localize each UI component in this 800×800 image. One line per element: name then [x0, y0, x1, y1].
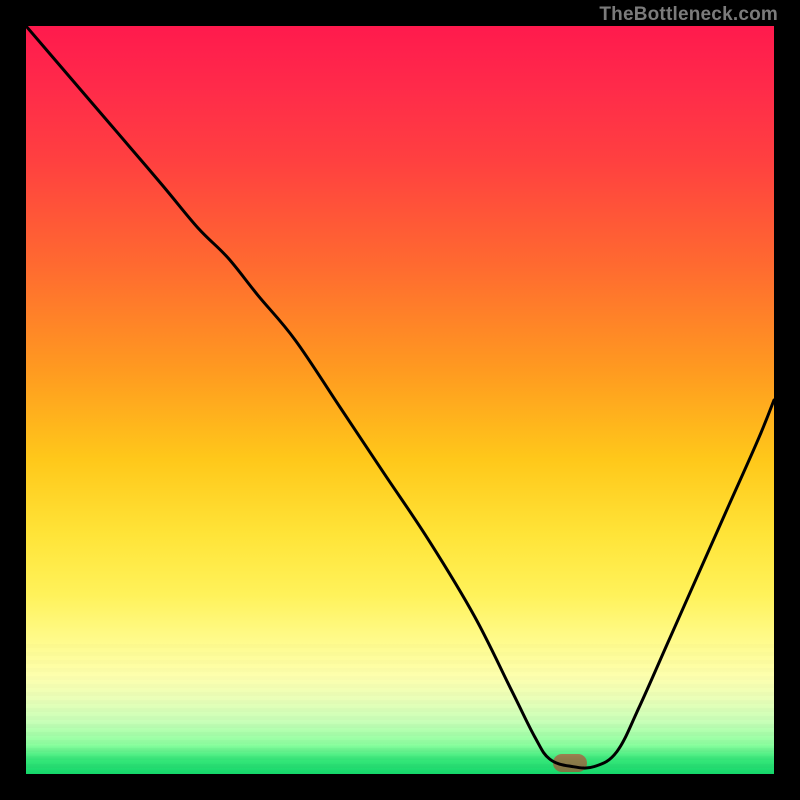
bottleneck-curve: [26, 26, 774, 774]
chart-frame: TheBottleneck.com: [0, 0, 800, 800]
plot-area: [26, 26, 774, 774]
watermark: TheBottleneck.com: [599, 4, 778, 26]
